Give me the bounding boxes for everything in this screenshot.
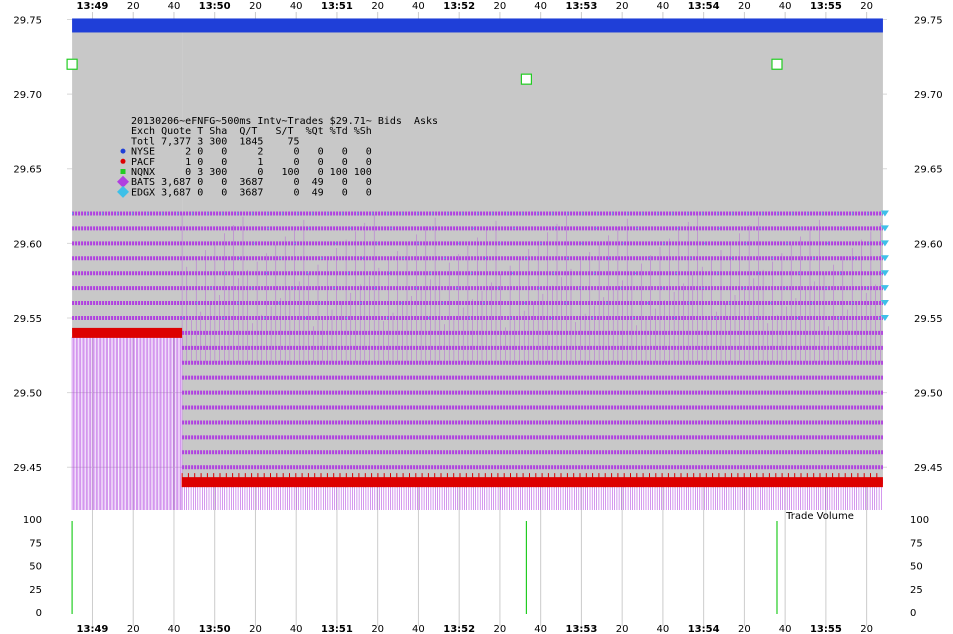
volume-tick-label-left: 25 [29,585,42,596]
time-tick-label-top: 40 [168,1,181,12]
time-tick-label-top: 13:55 [810,1,842,12]
pacf-bid-bar [182,477,883,488]
volume-tick-label-right: 100 [910,515,929,526]
price-tick-label-right: 29.65 [914,165,943,176]
price-tick-label-left: 29.75 [13,15,42,26]
time-tick-label-bottom: 20 [860,624,873,634]
time-tick-label-bottom: 40 [657,624,670,634]
time-tick-label-top: 20 [494,1,507,12]
time-tick-label-bottom: 13:55 [810,624,842,634]
time-tick-label-top: 13:51 [321,1,353,12]
spread-band-late [182,19,883,483]
time-tick-label-top: 40 [412,1,425,12]
time-tick-label-top: 13:54 [688,1,720,12]
time-tick-label-top: 20 [371,1,384,12]
volume-tick-label-right: 25 [910,585,923,596]
time-tick-label-bottom: 20 [249,624,262,634]
price-tick-label-right: 29.55 [914,314,943,325]
time-tick-label-bottom: 13:51 [321,624,353,634]
volume-tick-label-right: 50 [910,562,923,573]
price-tick-label-left: 29.45 [13,463,42,474]
time-tick-label-top: 20 [738,1,751,12]
volume-tick-label-left: 100 [23,515,42,526]
trade-marker [771,58,783,70]
legend-marker [120,169,126,174]
time-tick-label-bottom: 40 [168,624,181,634]
volume-tick-label-left: 50 [29,562,42,573]
time-tick-label-top: 20 [860,1,873,12]
time-tick-label-top: 40 [290,1,303,12]
time-tick-label-top: 13:53 [565,1,597,12]
time-tick-label-bottom: 20 [127,624,140,634]
price-tick-label-left: 29.55 [13,314,42,325]
time-tick-label-top: 20 [127,1,140,12]
time-tick-label-bottom: 40 [534,624,547,634]
volume-tick-label-right: 75 [910,538,923,549]
price-tick-label-right: 29.60 [914,239,943,250]
time-tick-label-top: 20 [249,1,262,12]
time-tick-label-bottom: 40 [290,624,303,634]
trade-marker [66,58,78,70]
price-tick-label-left: 29.65 [13,165,42,176]
table-row: EDGX 3,687 0 0 3687 0 49 0 0 [131,187,372,198]
price-tick-label-right: 29.70 [914,90,943,101]
time-tick-label-top: 13:49 [77,1,109,12]
time-tick-label-top: 20 [616,1,629,12]
time-tick-label-top: 40 [779,1,792,12]
time-tick-label-top: 40 [534,1,547,12]
time-tick-label-bottom: 40 [412,624,425,634]
volume-axis-title: Trade Volume [785,511,854,522]
price-tick-label-right: 29.75 [914,15,943,26]
nyse-ask-bar [72,18,883,33]
legend-marker [120,158,126,164]
legend-marker [120,148,126,154]
time-tick-label-bottom: 40 [779,624,792,634]
time-tick-label-bottom: 20 [616,624,629,634]
price-tick-label-left: 29.60 [13,239,42,250]
time-tick-label-top: 13:50 [199,1,231,12]
time-tick-label-bottom: 20 [738,624,751,634]
time-tick-label-bottom: 13:49 [77,624,109,634]
pacf-bid-bar [72,327,183,338]
time-tick-label-bottom: 20 [371,624,384,634]
price-tick-label-right: 29.50 [914,389,943,400]
price-tick-label-left: 29.50 [13,389,42,400]
time-tick-label-bottom: 13:53 [565,624,597,634]
price-tick-label-left: 29.70 [13,90,42,101]
volume-tick-label-left: 0 [36,608,42,619]
volume-tick-label-left: 75 [29,538,42,549]
time-tick-label-bottom: 13:50 [199,624,231,634]
trade-quote-chart: 29.75 29.75 29.70 29.70 29.65 29.65 29.60 29.60… [0,0,953,634]
trade-marker [520,73,533,85]
price-tick-label-right: 29.45 [914,463,943,474]
volume-tick-label-right: 0 [910,608,916,619]
time-tick-label-bottom: 13:52 [443,624,475,634]
time-tick-label-top: 40 [657,1,670,12]
time-tick-label-bottom: 20 [494,624,507,634]
time-tick-label-bottom: 13:54 [688,624,720,634]
time-tick-label-top: 13:52 [443,1,475,12]
